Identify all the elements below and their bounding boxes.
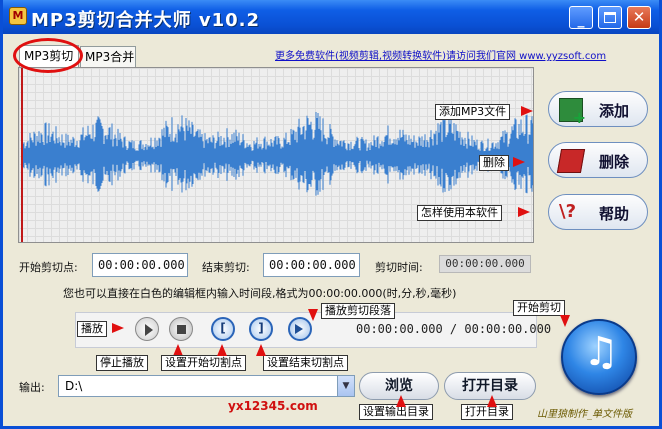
cut-time-value: 00:00:00.000 [439,255,531,273]
title-bar: M MP3剪切合并大师 v10.2 _ ✕ [3,0,659,34]
help-icon: \? [559,201,577,222]
output-label: 输出: [19,381,45,394]
close-button[interactable]: ✕ [627,6,651,29]
playback-time: 00:00:00.000 / 00:00:00.000 [356,322,552,336]
format-hint: 您也可以直接在白色的编辑框内输入时间段,格式为00:00:00.000(时,分,… [63,287,457,300]
output-path-select[interactable]: D:\ ▼ [58,375,355,397]
stop-button[interactable] [169,317,193,341]
waveform-path [22,112,533,196]
app-window: M MP3剪切合并大师 v10.2 _ ✕ MP3剪切 MP3合并 更多免费软件… [0,0,662,429]
arrow-right-icon [521,106,533,116]
callout-delete: 删除 [479,155,509,171]
arrow-down-icon [308,309,318,321]
author-signature: 山里狼制作_单文件版 [537,409,632,420]
arrow-up-icon [396,395,406,407]
arrow-down-icon [560,315,570,327]
callout-add-mp3: 添加MP3文件 [435,104,511,120]
help-button-label: 帮助 [599,205,630,223]
minimize-button[interactable]: _ [569,6,593,29]
callout-play: 播放 [77,321,107,337]
watermark: yx12345.com [228,399,318,413]
tab-mp3-merge[interactable]: MP3合并 [80,46,136,67]
add-button-label: 添加 [599,102,630,120]
end-cut-label: 结束剪切: [202,261,250,274]
maximize-button[interactable] [598,6,622,29]
arrow-right-icon [513,157,525,167]
callout-set-start: 设置开始切割点 [161,355,246,371]
chevron-down-icon[interactable]: ▼ [337,376,354,396]
start-cut-button[interactable]: ♫ [561,319,637,395]
delete-button-label: 删除 [599,153,630,171]
callout-stop-play: 停止播放 [96,355,148,371]
arrow-up-icon [256,344,266,356]
window-title: MP3剪切合并大师 v10.2 [31,10,261,31]
callout-set-end: 设置结束切割点 [263,355,348,371]
playhead-cursor[interactable] [21,68,23,242]
play-button[interactable] [135,317,159,341]
set-end-point-button[interactable]: ] [249,317,273,341]
add-file-icon [559,98,586,127]
help-button[interactable]: \? 帮助 [548,194,648,230]
end-cut-input[interactable]: 00:00:00.000 [263,253,360,277]
website-link[interactable]: 更多免费软件(视频剪辑,视频转换软件)请访问我们官网 www.yyzsoft.c… [275,47,606,62]
arrow-up-icon [487,395,497,407]
arrow-right-icon [112,323,124,333]
delete-button[interactable]: 删除 [548,142,648,178]
start-cut-input[interactable]: 00:00:00.000 [92,253,188,277]
add-button[interactable]: 添加 [548,91,648,127]
cut-time-label: 剪切时间: [375,261,423,274]
set-start-point-button[interactable]: [ [211,317,235,341]
highlight-circle [13,38,83,73]
music-note-icon: ♫ [583,329,619,375]
start-cut-label: 开始剪切点: [19,261,78,274]
arrow-up-icon [217,344,227,356]
callout-play-segment: 播放剪切段落 [321,303,395,319]
eraser-icon [556,149,586,173]
callout-start-cut: 开始剪切 [513,300,565,316]
arrow-right-icon [518,207,530,217]
output-path-value: D:\ [65,379,83,393]
callout-how-to-use: 怎样使用本软件 [417,205,502,221]
maximize-icon [604,12,616,23]
app-icon: M [9,7,27,25]
